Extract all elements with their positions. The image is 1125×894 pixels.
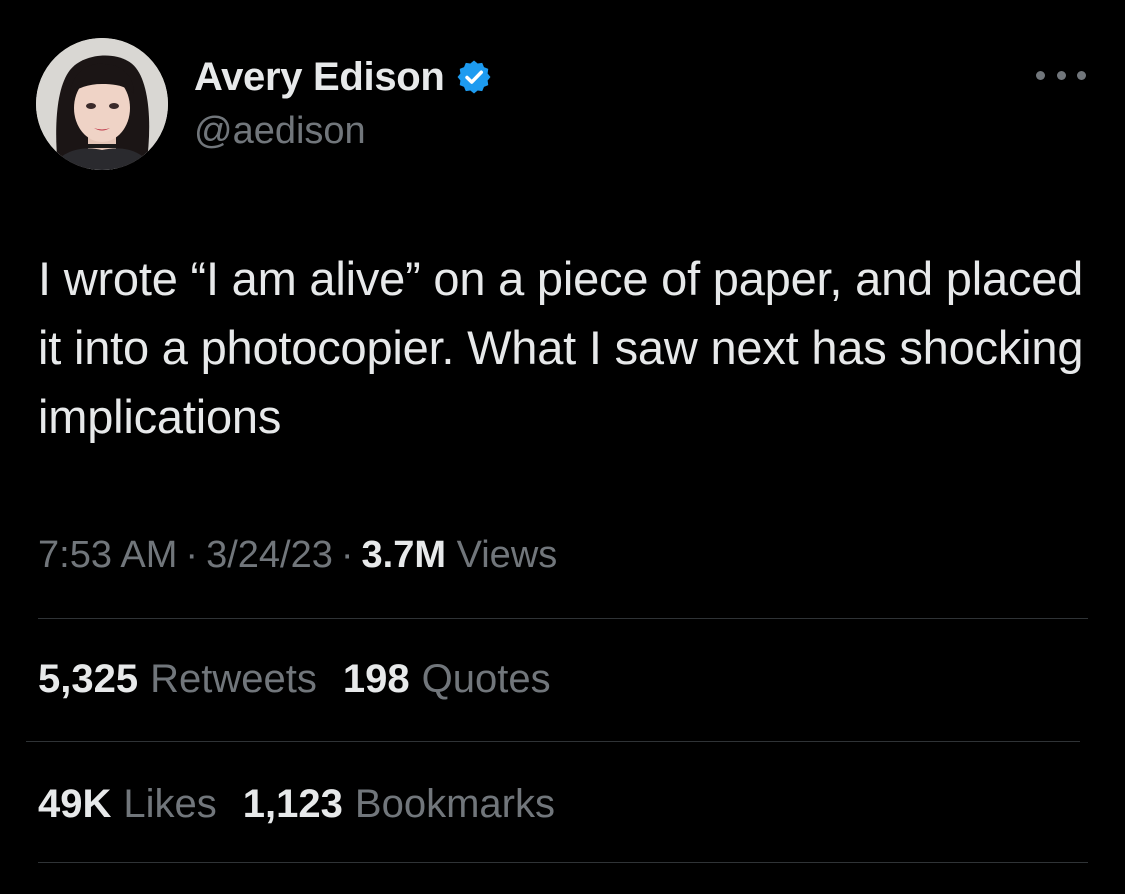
- tweet-detail: Avery Edison @aedison I wrote “I am aliv…: [0, 0, 1125, 894]
- retweets-stat[interactable]: 5,325 Retweets: [38, 654, 317, 704]
- retweets-count: 5,325: [38, 657, 139, 701]
- author-handle[interactable]: @aedison: [194, 108, 366, 154]
- divider: [38, 862, 1088, 863]
- tweet-text: I wrote “I am alive” on a piece of paper…: [38, 252, 1084, 443]
- meta-separator: ·: [340, 534, 354, 576]
- quotes-label: Quotes: [421, 657, 551, 701]
- dot: [1077, 70, 1086, 80]
- stats-row-engagement: 49K Likes 1,123 Bookmarks: [38, 779, 555, 829]
- quotes-stat[interactable]: 198 Quotes: [343, 654, 551, 704]
- tweet-meta: 7:53 AM · 3/24/23 · 3.7M Views: [38, 530, 557, 580]
- tweet-date[interactable]: 3/24/23: [206, 534, 333, 576]
- bookmarks-stat[interactable]: 1,123 Bookmarks: [243, 779, 555, 829]
- retweets-label: Retweets: [150, 657, 317, 701]
- stats-row-shares: 5,325 Retweets 198 Quotes: [38, 654, 551, 704]
- more-dots-icon[interactable]: [1036, 62, 1086, 88]
- dot: [1036, 70, 1045, 80]
- avatar[interactable]: [36, 38, 168, 170]
- likes-count: 49K: [38, 782, 112, 826]
- verified-badge-icon[interactable]: [455, 58, 493, 96]
- likes-label: Likes: [123, 782, 217, 826]
- author-name[interactable]: Avery Edison: [194, 52, 493, 102]
- bookmarks-count: 1,123: [242, 782, 343, 826]
- tweet-time[interactable]: 7:53 AM: [38, 534, 177, 576]
- meta-separator: ·: [185, 534, 199, 576]
- dot: [1056, 70, 1066, 80]
- avatar-photo: [36, 38, 168, 170]
- views-label: Views: [456, 534, 558, 576]
- likes-stat[interactable]: 49K Likes: [38, 779, 217, 829]
- author-name-text: Avery Edison: [194, 55, 445, 99]
- divider: [26, 741, 1080, 742]
- views-count: 3.7M: [361, 534, 447, 576]
- bookmarks-label: Bookmarks: [354, 782, 555, 826]
- divider: [38, 618, 1088, 619]
- quotes-count: 198: [342, 657, 410, 701]
